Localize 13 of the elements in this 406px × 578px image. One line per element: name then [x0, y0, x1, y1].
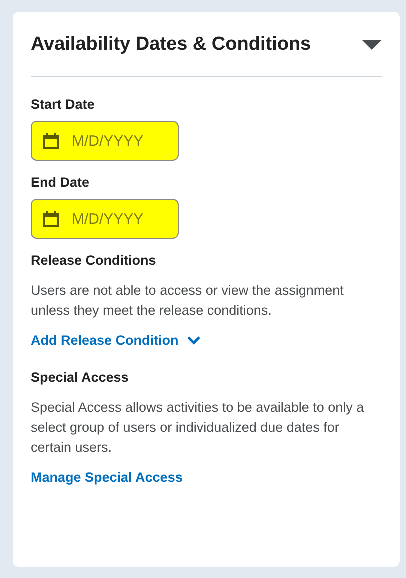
panel-title: Availability Dates & Conditions [31, 34, 312, 56]
section-description: Users are not able to access or view the assignment unless they meet the release conditions. [31, 282, 345, 320]
field-label: End Date [31, 175, 90, 190]
section-link[interactable]: Manage Special Access [31, 470, 183, 485]
date-field[interactable]: M/D/YYYY [31, 199, 179, 239]
section-link[interactable]: Add Release Condition [31, 333, 201, 348]
date-field[interactable]: M/D/YYYY [31, 121, 179, 161]
section-heading: Release Conditions [31, 253, 156, 268]
field-label: Start Date [31, 97, 95, 112]
collapse-caret-icon[interactable] [362, 39, 382, 51]
chevron-down-icon [186, 336, 201, 345]
section-heading: Special Access [31, 370, 129, 385]
section-description: Special Access allows activities to be available to only a select group of users or individualized due dates for certain users. [31, 399, 366, 457]
